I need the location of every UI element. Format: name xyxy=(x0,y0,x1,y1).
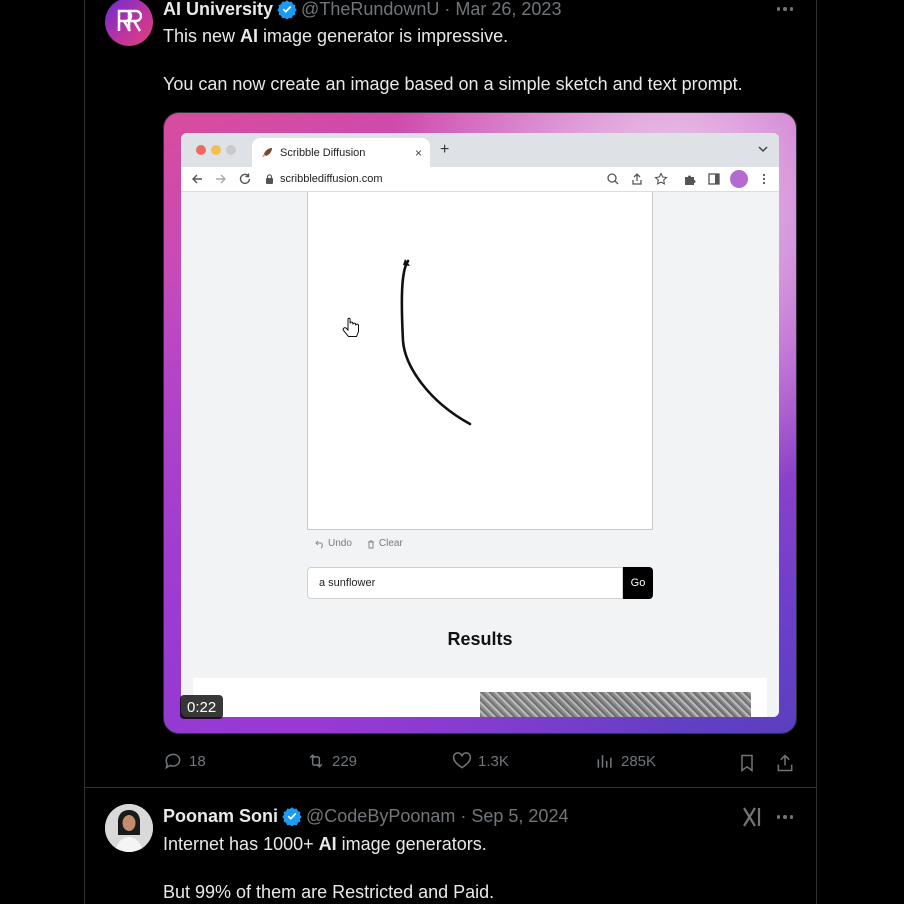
verified-badge-icon xyxy=(277,0,297,19)
browser-window: Scribble Diffusion × + scribblediffusion… xyxy=(181,133,779,717)
timeline-column: AI University @TheRundownU · Mar 26, 202… xyxy=(84,0,817,904)
bookmark-icon[interactable] xyxy=(737,753,757,773)
grok-icon[interactable] xyxy=(741,806,765,828)
tweet-header: AI University @TheRundownU · Mar 26, 202… xyxy=(163,0,561,20)
undo-icon xyxy=(315,540,323,548)
views-button[interactable]: 285K xyxy=(595,751,656,771)
kebab-menu-icon xyxy=(762,173,766,185)
chevron-down-icon xyxy=(758,146,768,153)
person-photo-icon xyxy=(105,804,153,852)
results-heading: Results xyxy=(447,629,513,649)
lock-icon xyxy=(266,174,273,184)
tweet[interactable]: AI University @TheRundownU · Mar 26, 202… xyxy=(85,0,816,788)
bold-keyword: AI xyxy=(318,834,337,854)
more-options-icon[interactable] xyxy=(773,0,797,19)
analytics-icon xyxy=(597,755,612,768)
back-arrow-icon xyxy=(192,174,202,184)
avatar[interactable] xyxy=(105,0,153,46)
result-image xyxy=(480,692,751,717)
tweet-text-line: But 99% of them are Restricted and Paid. xyxy=(163,882,495,902)
reload-icon xyxy=(239,173,251,185)
reply-icon xyxy=(165,753,181,770)
repost-icon xyxy=(309,754,323,768)
tweet-text-line: This new AI image generator is impressiv… xyxy=(163,26,509,46)
reply-button[interactable]: 18 xyxy=(163,751,206,771)
undo-button: Undo xyxy=(315,538,352,549)
forward-arrow-icon xyxy=(216,174,226,184)
tab-bar: Scribble Diffusion × + xyxy=(181,133,779,167)
separator: · xyxy=(444,0,451,19)
verified-badge-icon xyxy=(282,807,302,826)
address-bar: scribblediffusion.com xyxy=(265,169,657,189)
ai-university-logo-icon xyxy=(117,9,142,32)
web-page: Undo Clear a sunflower Go Results xyxy=(181,192,779,717)
tweet-text-line: Internet has 1000+ AI image generators. xyxy=(163,834,487,854)
hand-cursor-icon xyxy=(342,317,359,337)
extensions-icon xyxy=(685,175,696,185)
tweet[interactable]: Poonam Soni @CodeByPoonam · Sep 5, 2024 … xyxy=(85,789,816,904)
rocket-icon xyxy=(262,148,272,157)
minimize-window-dot xyxy=(211,145,221,155)
url-text: scribblediffusion.com xyxy=(280,173,383,185)
zoom-icon xyxy=(607,173,619,185)
sketch-stroke xyxy=(342,259,472,426)
share-icon[interactable] xyxy=(775,753,795,773)
new-tab-icon: + xyxy=(440,141,450,158)
timestamp[interactable]: Mar 26, 2023 xyxy=(455,0,561,20)
browser-tab: Scribble Diffusion × xyxy=(252,138,430,167)
close-tab-icon: × xyxy=(414,146,422,160)
browser-toolbar: scribblediffusion.com xyxy=(181,167,779,192)
share-icon xyxy=(632,173,642,185)
close-window-dot xyxy=(196,145,206,155)
trash-icon xyxy=(367,540,374,548)
sidebar-icon xyxy=(708,173,720,185)
avatar[interactable] xyxy=(105,804,153,852)
display-name[interactable]: AI University xyxy=(163,0,273,20)
repost-button[interactable]: 229 xyxy=(306,751,357,771)
prompt-input: a sunflower xyxy=(307,567,623,599)
display-name[interactable]: Poonam Soni xyxy=(163,806,278,827)
timestamp[interactable]: Sep 5, 2024 xyxy=(471,806,568,827)
drawing-canvas xyxy=(307,192,653,530)
clear-button: Clear xyxy=(366,538,403,549)
profile-avatar xyxy=(730,170,748,188)
handle[interactable]: @CodeByPoonam xyxy=(306,806,455,827)
handle[interactable]: @TheRundownU xyxy=(301,0,439,20)
tweet-actions: 18 229 1.3K 285K xyxy=(85,751,816,775)
bookmark-star-icon xyxy=(654,172,668,185)
canvas-tools: Undo Clear xyxy=(315,538,403,549)
more-options-icon[interactable] xyxy=(773,807,797,827)
video-duration: 0:22 xyxy=(180,695,224,719)
tweet-text-line: You can now create an image based on a s… xyxy=(163,74,743,94)
go-button: Go xyxy=(623,567,653,599)
video-player[interactable]: Scribble Diffusion × + scribblediffusion… xyxy=(163,112,797,734)
bold-keyword: AI xyxy=(240,26,259,46)
separator: · xyxy=(460,805,467,826)
tweet-header: Poonam Soni @CodeByPoonam · Sep 5, 2024 xyxy=(163,805,568,827)
like-button[interactable]: 1.3K xyxy=(452,751,509,771)
heart-icon xyxy=(452,752,472,769)
zoom-window-dot xyxy=(226,145,236,155)
